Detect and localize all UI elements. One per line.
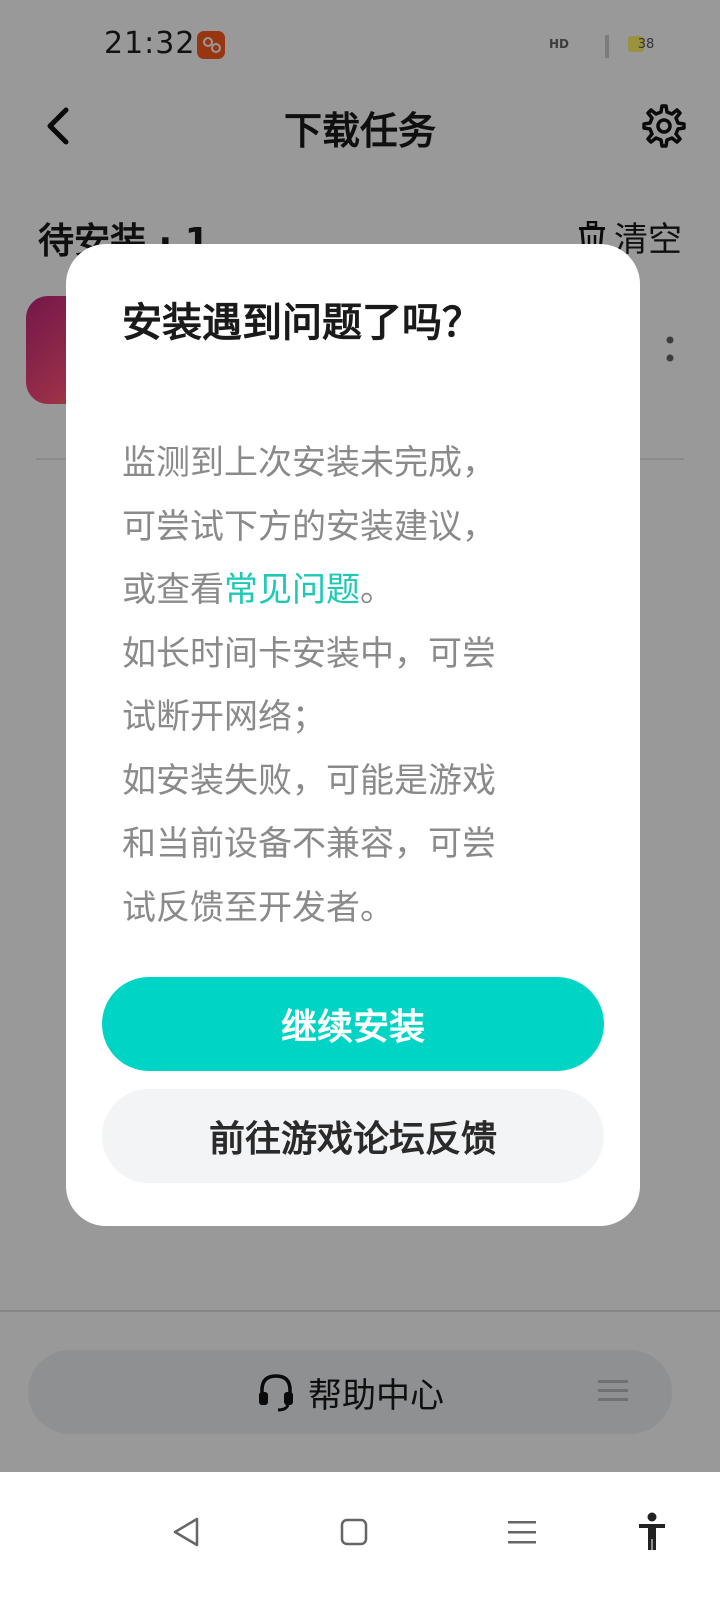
- dialog-body-line: 如安装失败，可能是游戏: [122, 760, 496, 801]
- nav-back-button[interactable]: [156, 1502, 216, 1562]
- square-home-icon: [340, 1518, 368, 1546]
- dialog-body-text: 或查看: [122, 570, 224, 610]
- dialog-body-line: 如长时间卡安装中，可尝: [122, 633, 496, 674]
- dialog-body-line: 和当前设备不兼容，可尝: [122, 824, 496, 864]
- system-nav-bar: [0, 1472, 720, 1600]
- continue-install-button[interactable]: 继续安装: [102, 977, 604, 1071]
- faq-link[interactable]: 常见问题: [224, 570, 360, 610]
- nav-accessibility-button[interactable]: [622, 1502, 682, 1562]
- triangle-back-icon: [173, 1517, 199, 1547]
- dialog-body-line: 试断开网络；: [122, 697, 326, 737]
- dialog-body-line: 监测到上次安装未完成，: [122, 443, 496, 483]
- dialog-body-punct: 。: [360, 570, 394, 610]
- install-problem-dialog: 安装遇到问题了吗？ 监测到上次安装未完成， 可尝试下方的安装建议， 或查看常见问…: [66, 244, 640, 1226]
- dialog-body-line: 可尝试下方的安装建议，: [122, 506, 496, 547]
- dialog-body-line-with-link: 或查看常见问题。: [122, 559, 592, 623]
- download-tasks-screen: 21:32 HD 4G 38 下载任务 待安装 · 1 清空 帮助中心 安装遇到…: [0, 0, 720, 1600]
- nav-home-button[interactable]: [324, 1502, 384, 1562]
- dialog-body-line: 试反馈至开发者。: [122, 887, 394, 928]
- dialog-body: 监测到上次安装未完成， 可尝试下方的安装建议， 或查看常见问题。 如长时间卡安装…: [122, 432, 592, 940]
- dialog-title: 安装遇到问题了吗？: [122, 300, 482, 346]
- accessibility-icon: [639, 1512, 665, 1550]
- forum-feedback-button[interactable]: 前往游戏论坛反馈: [102, 1089, 604, 1183]
- menu-recents-icon: [508, 1521, 536, 1544]
- nav-recents-button[interactable]: [492, 1502, 552, 1562]
